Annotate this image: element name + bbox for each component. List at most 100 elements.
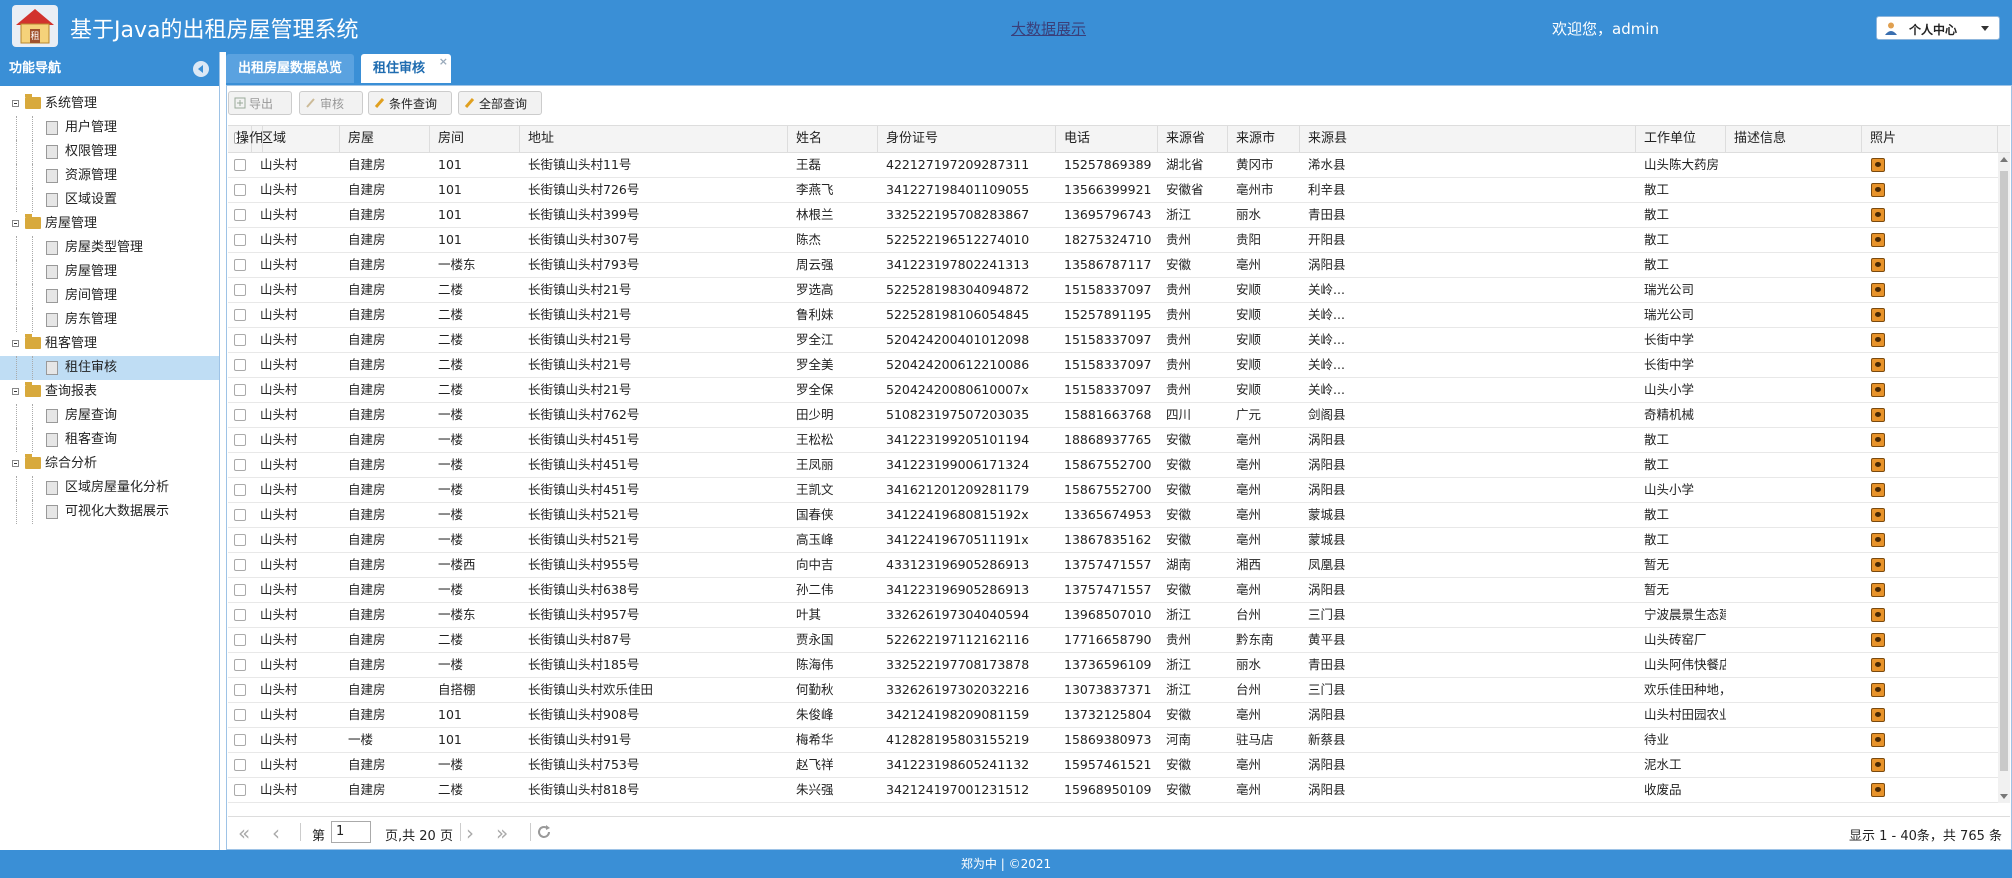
column-header[interactable]: 姓名	[788, 126, 878, 152]
nav-group[interactable]: 租客管理	[0, 332, 219, 356]
prev-page-icon[interactable]: ‹	[272, 821, 280, 845]
table-row[interactable]: 山头村 自建房 101 长街镇山头村399号 林根兰 332522195708283867…	[228, 203, 1998, 228]
collapse-tree-icon[interactable]	[12, 460, 19, 467]
photo-icon[interactable]	[1871, 783, 1885, 797]
column-header[interactable]: 身份证号	[878, 126, 1056, 152]
table-row[interactable]: 山头村 一楼 101 长街镇山头村91号 梅希华 412828195803155219 15…	[228, 728, 1998, 753]
photo-icon[interactable]	[1871, 608, 1885, 622]
photo-icon[interactable]	[1871, 633, 1885, 647]
table-row[interactable]: 山头村 自建房 一楼 长街镇山头村638号 孙二伟 341223196905286913 1…	[228, 578, 1998, 603]
column-header[interactable]: 房屋	[340, 126, 430, 152]
table-row[interactable]: 山头村 自建房 101 长街镇山头村726号 李燕飞 341227198401109055…	[228, 178, 1998, 203]
column-header[interactable]: 操作	[228, 126, 264, 152]
scroll-down-icon[interactable]	[2000, 794, 2008, 799]
table-row[interactable]: 山头村 自建房 一楼西 长街镇山头村955号 向中吉 433123196905286913…	[228, 553, 1998, 578]
photo-icon[interactable]	[1871, 583, 1885, 597]
photo-icon[interactable]	[1871, 333, 1885, 347]
column-header[interactable]: 来源市	[1228, 126, 1300, 152]
collapse-tree-icon[interactable]	[12, 220, 19, 227]
column-header[interactable]: 工作单位	[1636, 126, 1726, 152]
photo-icon[interactable]	[1871, 433, 1885, 447]
photo-icon[interactable]	[1871, 533, 1885, 547]
sidebar-item[interactable]: 房屋查询	[0, 404, 219, 428]
collapse-tree-icon[interactable]	[12, 100, 19, 107]
first-page-icon[interactable]: «	[238, 821, 250, 845]
scroll-thumb[interactable]	[2000, 171, 2008, 771]
table-row[interactable]: 山头村 自建房 一楼 长街镇山头村521号 高玉峰 34122419670511191x 1…	[228, 528, 1998, 553]
sidebar-item[interactable]: 区域设置	[0, 188, 219, 212]
table-row[interactable]: 山头村 自建房 一楼东 长街镇山头村957号 叶其 332626197304040594 1…	[228, 603, 1998, 628]
table-row[interactable]: 山头村 自建房 一楼 长街镇山头村451号 王凯文 341621201209281179 1…	[228, 478, 1998, 503]
sidebar-item[interactable]: 房间管理	[0, 284, 219, 308]
table-row[interactable]: 山头村 自建房 一楼东 长街镇山头村793号 周云强 341223197802241313…	[228, 253, 1998, 278]
scroll-up-icon[interactable]	[2000, 157, 2008, 162]
photo-icon[interactable]	[1871, 308, 1885, 322]
photo-icon[interactable]	[1871, 758, 1885, 772]
collapse-tree-icon[interactable]	[12, 340, 19, 347]
nav-group[interactable]: 系统管理	[0, 92, 219, 116]
table-row[interactable]: 山头村 自建房 101 长街镇山头村307号 陈杰 522522196512274010 1…	[228, 228, 1998, 253]
photo-icon[interactable]	[1871, 158, 1885, 172]
photo-icon[interactable]	[1871, 733, 1885, 747]
table-row[interactable]: 山头村 自建房 一楼 长街镇山头村185号 陈海伟 332522197708173878 1…	[228, 653, 1998, 678]
table-row[interactable]: 山头村 自建房 一楼 长街镇山头村451号 王松松 341223199205101194 1…	[228, 428, 1998, 453]
collapse-icon[interactable]	[193, 61, 209, 77]
photo-icon[interactable]	[1871, 358, 1885, 372]
column-header[interactable]: 来源县	[1300, 126, 1636, 152]
photo-icon[interactable]	[1871, 658, 1885, 672]
last-page-icon[interactable]: »	[496, 821, 508, 845]
sidebar-item[interactable]: 房东管理	[0, 308, 219, 332]
nav-group[interactable]: 查询报表	[0, 380, 219, 404]
nav-group[interactable]: 房屋管理	[0, 212, 219, 236]
big-data-link[interactable]: 大数据展示	[1011, 18, 1086, 39]
table-row[interactable]: 山头村 自建房 一楼 长街镇山头村451号 王凤丽 341223199006171324 1…	[228, 453, 1998, 478]
close-icon[interactable]: ×	[439, 47, 448, 76]
audit-button[interactable]: 审核	[299, 91, 363, 115]
table-row[interactable]: 山头村 自建房 二楼 长街镇山头村87号 贾永国 522622197112162116 17…	[228, 628, 1998, 653]
photo-icon[interactable]	[1871, 483, 1885, 497]
nav-group[interactable]: 综合分析	[0, 452, 219, 476]
tab-overview[interactable]: 出租房屋数据总览	[226, 54, 354, 83]
condition-query-button[interactable]: 条件查询	[368, 91, 452, 115]
sidebar-item[interactable]: 房屋类型管理	[0, 236, 219, 260]
sidebar-item[interactable]: 租住审核	[0, 356, 219, 380]
column-header[interactable]: 来源省	[1158, 126, 1228, 152]
table-row[interactable]: 山头村 自建房 自搭棚 长街镇山头村欢乐佳田 何勤秋 332626197302032216…	[228, 678, 1998, 703]
export-button[interactable]: 导出	[228, 91, 292, 115]
table-row[interactable]: 山头村 自建房 二楼 长街镇山头村21号 罗全美 520424200612210086 15…	[228, 353, 1998, 378]
sidebar-item[interactable]: 资源管理	[0, 164, 219, 188]
sidebar-item[interactable]: 可视化大数据展示	[0, 500, 219, 524]
refresh-icon[interactable]	[536, 824, 552, 840]
page-number-input[interactable]: 1	[331, 821, 371, 843]
table-row[interactable]: 山头村 自建房 二楼 长街镇山头村21号 罗全保 52042420080610007x 15…	[228, 378, 1998, 403]
photo-icon[interactable]	[1871, 708, 1885, 722]
photo-icon[interactable]	[1871, 208, 1885, 222]
column-header[interactable]: 照片	[1862, 126, 1998, 152]
photo-icon[interactable]	[1871, 683, 1885, 697]
column-header[interactable]: 区域	[252, 126, 340, 152]
table-row[interactable]: 山头村 自建房 二楼 长街镇山头村21号 鲁利妹 522528198106054845 15…	[228, 303, 1998, 328]
sidebar-item[interactable]: 租客查询	[0, 428, 219, 452]
tab-rent-audit[interactable]: 租住审核 ×	[361, 54, 451, 83]
table-row[interactable]: 山头村 自建房 二楼 长街镇山头村818号 朱兴强 342124197001231512 1…	[228, 778, 1998, 803]
column-header[interactable]: 地址	[520, 126, 788, 152]
table-row[interactable]: 山头村 自建房 一楼 长街镇山头村762号 田少明 510823197507203035 1…	[228, 403, 1998, 428]
photo-icon[interactable]	[1871, 258, 1885, 272]
photo-icon[interactable]	[1871, 283, 1885, 297]
sidebar-item[interactable]: 权限管理	[0, 140, 219, 164]
all-query-button[interactable]: 全部查询	[458, 91, 542, 115]
sidebar-item[interactable]: 用户管理	[0, 116, 219, 140]
column-header[interactable]: 电话	[1056, 126, 1158, 152]
table-row[interactable]: 山头村 自建房 二楼 长街镇山头村21号 罗选高 522528198304094872 15…	[228, 278, 1998, 303]
photo-icon[interactable]	[1871, 183, 1885, 197]
table-row[interactable]: 山头村 自建房 一楼 长街镇山头村521号 国春侠 34122419680815192x 1…	[228, 503, 1998, 528]
collapse-tree-icon[interactable]	[12, 388, 19, 395]
photo-icon[interactable]	[1871, 458, 1885, 472]
next-page-icon[interactable]: ›	[466, 821, 474, 845]
photo-icon[interactable]	[1871, 508, 1885, 522]
photo-icon[interactable]	[1871, 383, 1885, 397]
photo-icon[interactable]	[1871, 408, 1885, 422]
table-row[interactable]: 山头村 自建房 101 长街镇山头村908号 朱俊峰 342124198209081159…	[228, 703, 1998, 728]
user-center-button[interactable]: 个人中心	[1876, 16, 2000, 40]
photo-icon[interactable]	[1871, 233, 1885, 247]
